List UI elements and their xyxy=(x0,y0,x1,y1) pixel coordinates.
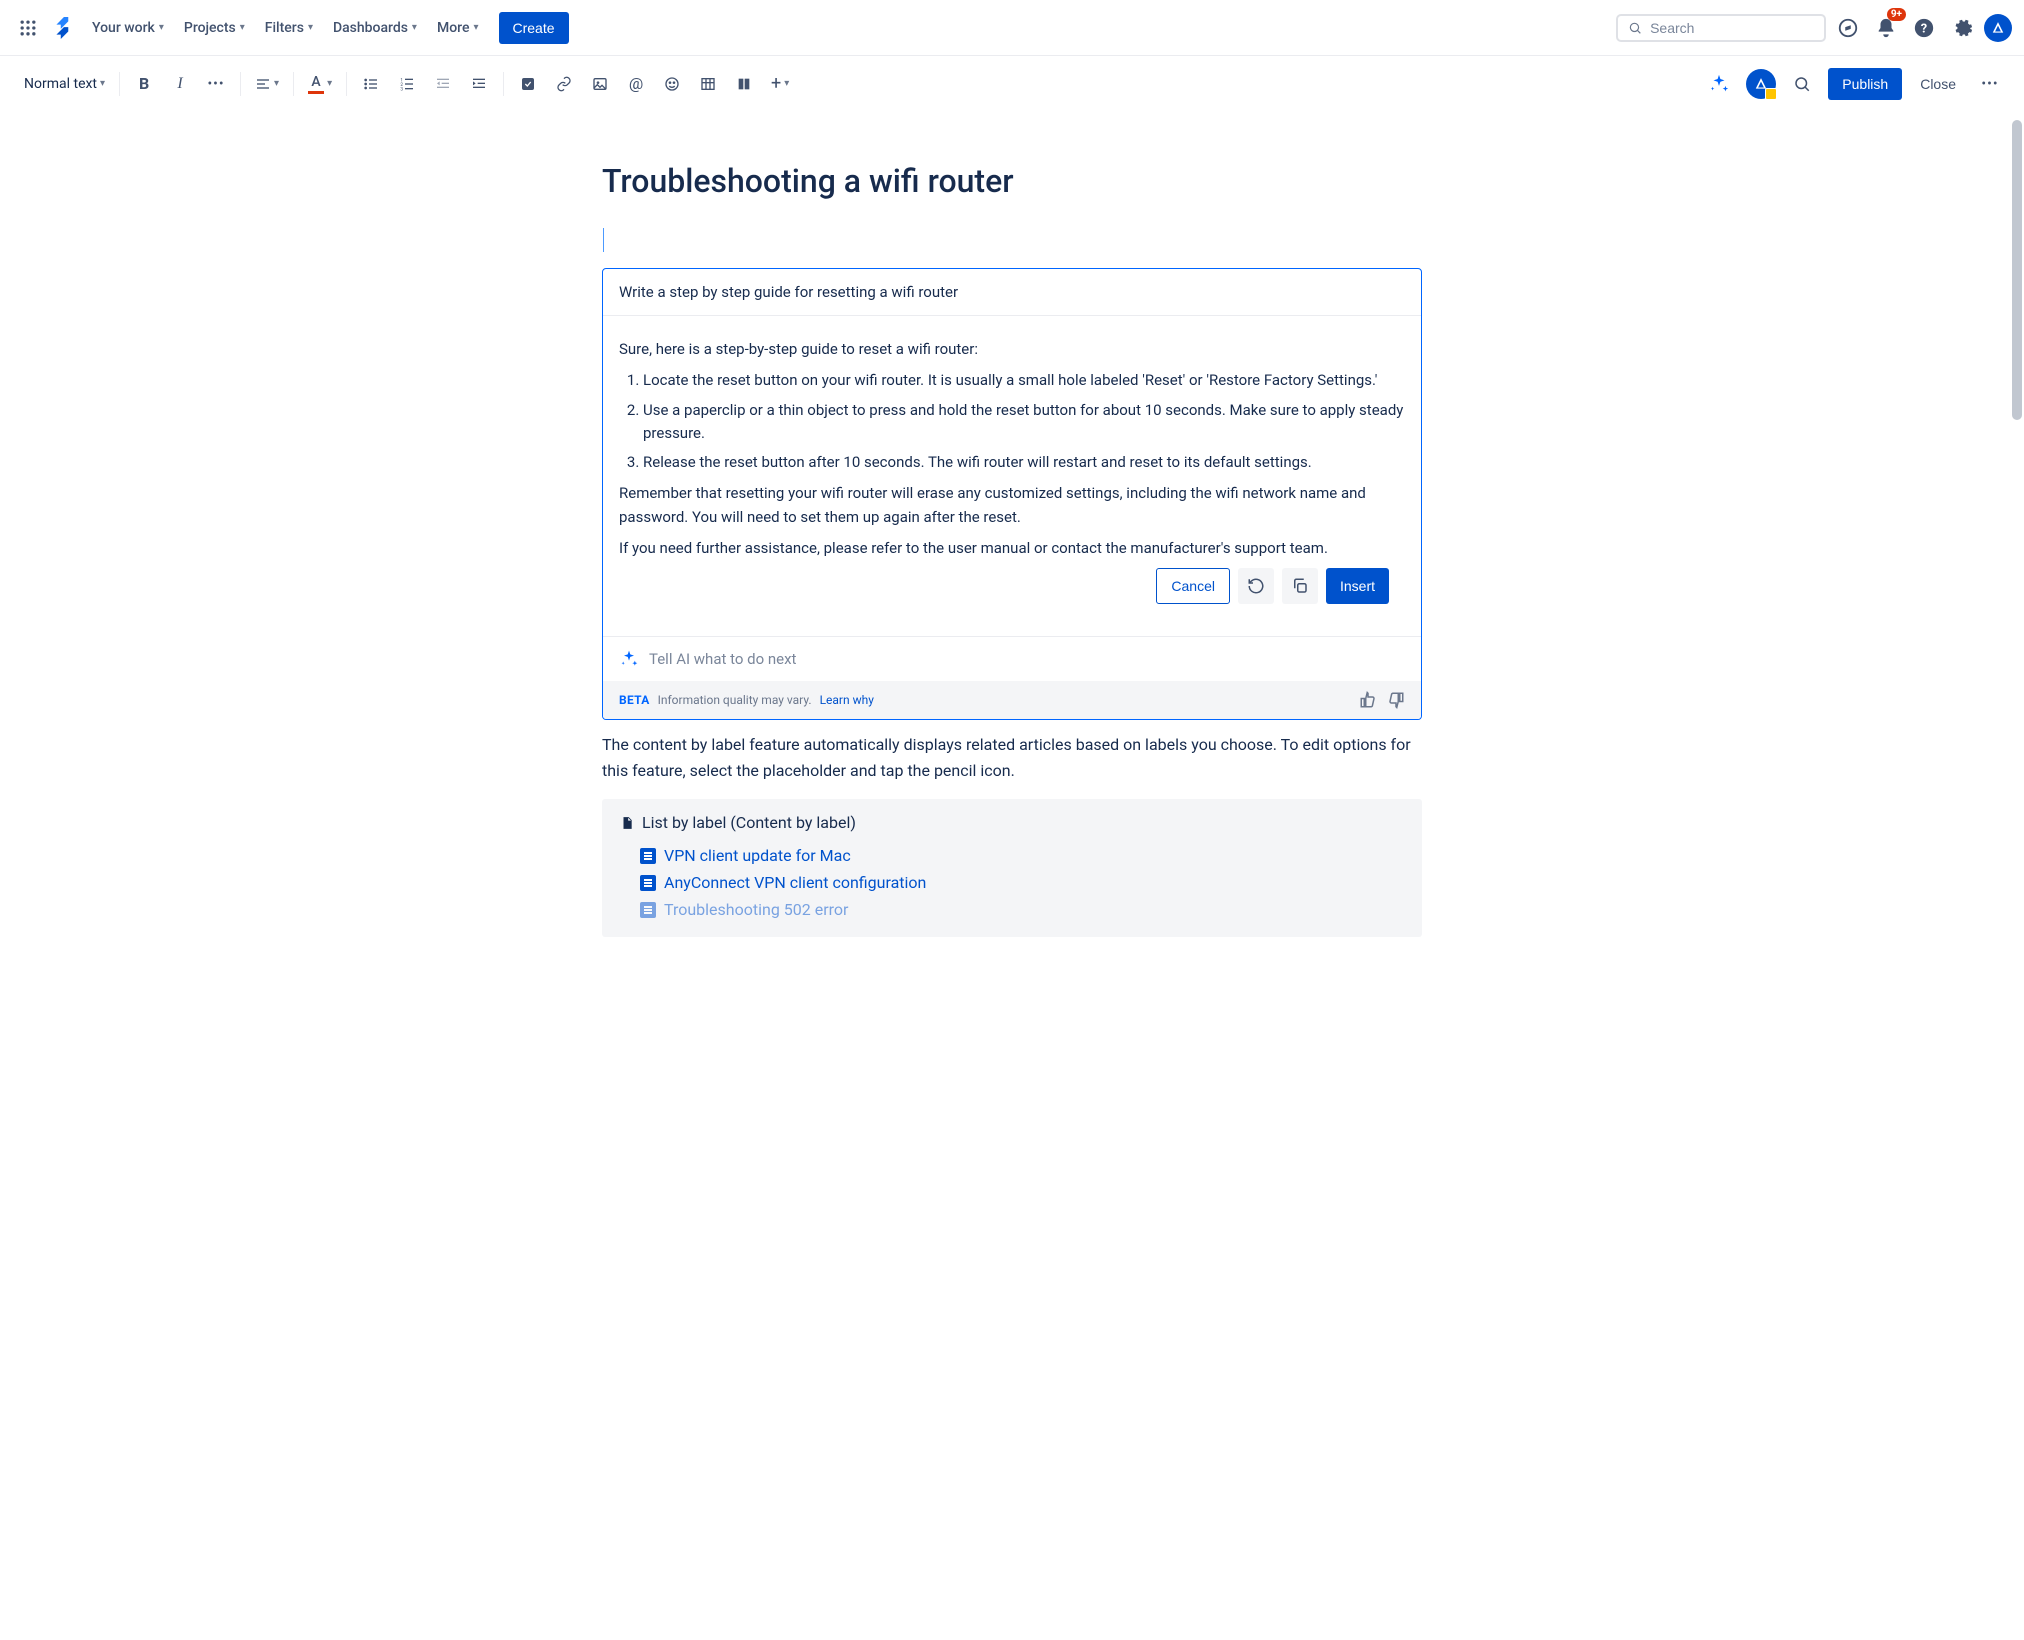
settings-icon[interactable] xyxy=(1946,12,1978,44)
editor-toolbar: Normal text▾ B I ••• ▾ A▾ 123 @ +▾ xyxy=(0,56,2024,112)
ai-response-body: Sure, here is a step-by-step guide to re… xyxy=(603,316,1421,636)
scrollbar[interactable] xyxy=(2012,120,2022,420)
content-paragraph[interactable]: The content by label feature automatical… xyxy=(602,732,1422,783)
bullet-list-button[interactable] xyxy=(355,68,387,100)
thumbs-down-icon[interactable] xyxy=(1387,691,1405,709)
numbered-list-button[interactable]: 123 xyxy=(391,68,423,100)
nav-more[interactable]: More▾ xyxy=(429,14,487,42)
sparkle-icon xyxy=(619,649,639,669)
ai-assist-panel: Write a step by step guide for resetting… xyxy=(602,268,1422,720)
ai-insert-button[interactable]: Insert xyxy=(1326,568,1389,604)
page-title[interactable]: Troubleshooting a wifi router xyxy=(602,162,1422,200)
link-button[interactable] xyxy=(548,68,580,100)
app-switcher-icon[interactable] xyxy=(12,12,44,44)
ai-disclaimer: Information quality may vary. xyxy=(658,693,812,707)
page-icon xyxy=(620,815,634,831)
more-formatting-button[interactable]: ••• xyxy=(200,68,232,100)
notifications-icon[interactable]: 9+ xyxy=(1870,12,1902,44)
align-dropdown[interactable]: ▾ xyxy=(249,68,285,100)
publish-button[interactable]: Publish xyxy=(1828,68,1902,100)
ai-next-prompt[interactable]: Tell AI what to do next xyxy=(603,636,1421,681)
help-icon[interactable]: ? xyxy=(1908,12,1940,44)
list-item: Troubleshooting 502 error xyxy=(640,896,1404,923)
svg-text:3: 3 xyxy=(400,86,403,91)
image-button[interactable] xyxy=(584,68,616,100)
search-input[interactable] xyxy=(1650,20,1814,36)
text-style-dropdown[interactable]: Normal text▾ xyxy=(18,68,111,100)
bold-button[interactable]: B xyxy=(128,68,160,100)
mention-button[interactable]: @ xyxy=(620,68,652,100)
close-button[interactable]: Close xyxy=(1912,70,1964,98)
profile-avatar[interactable] xyxy=(1984,14,2012,42)
list-item: AnyConnect VPN client configuration xyxy=(640,869,1404,896)
ai-sparkle-icon[interactable] xyxy=(1702,68,1736,100)
ai-steps-list: Locate the reset button on your wifi rou… xyxy=(643,369,1405,474)
text-color-dropdown[interactable]: A▾ xyxy=(302,68,338,100)
doc-icon xyxy=(640,848,656,864)
learn-why-link[interactable]: Learn why xyxy=(820,693,874,707)
insert-dropdown[interactable]: +▾ xyxy=(764,68,796,100)
italic-button[interactable]: I xyxy=(164,68,196,100)
nav-projects[interactable]: Projects▾ xyxy=(176,14,253,42)
top-navigation: Your work▾ Projects▾ Filters▾ Dashboards… xyxy=(0,0,2024,56)
doc-icon xyxy=(640,875,656,891)
collaborator-avatar[interactable] xyxy=(1746,69,1776,99)
related-link[interactable]: VPN client update for Mac xyxy=(664,846,851,865)
content-by-label-block[interactable]: List by label (Content by label) VPN cli… xyxy=(602,799,1422,937)
list-item: VPN client update for Mac xyxy=(640,842,1404,869)
ai-cancel-button[interactable]: Cancel xyxy=(1156,568,1230,604)
editor-cursor[interactable] xyxy=(602,224,1422,264)
notification-badge: 9+ xyxy=(1887,8,1906,21)
search-icon xyxy=(1628,20,1642,36)
outdent-button[interactable] xyxy=(427,68,459,100)
indent-button[interactable] xyxy=(463,68,495,100)
ai-copy-button[interactable] xyxy=(1282,568,1318,604)
ai-retry-button[interactable] xyxy=(1238,568,1274,604)
ai-prompt-text: Write a step by step guide for resetting… xyxy=(603,269,1421,316)
nav-dashboards[interactable]: Dashboards▾ xyxy=(325,14,425,42)
doc-icon xyxy=(640,902,656,918)
thumbs-up-icon[interactable] xyxy=(1359,691,1377,709)
more-actions-button[interactable]: ••• xyxy=(1974,68,2006,100)
jira-logo-icon[interactable] xyxy=(48,12,80,44)
ai-footer: BETA Information quality may vary. Learn… xyxy=(603,681,1421,719)
retry-icon xyxy=(1247,577,1265,595)
label-block-header: List by label (Content by label) xyxy=(620,813,1404,832)
beta-badge: BETA xyxy=(619,693,650,707)
find-button[interactable] xyxy=(1786,68,1818,100)
editor-page: Troubleshooting a wifi router Write a st… xyxy=(602,112,1422,977)
nav-filters[interactable]: Filters▾ xyxy=(257,14,321,42)
discover-icon[interactable] xyxy=(1832,12,1864,44)
svg-text:?: ? xyxy=(1921,21,1927,36)
emoji-button[interactable] xyxy=(656,68,688,100)
layouts-button[interactable] xyxy=(728,68,760,100)
copy-icon xyxy=(1291,577,1309,595)
related-link[interactable]: Troubleshooting 502 error xyxy=(664,900,848,919)
action-item-button[interactable] xyxy=(512,68,544,100)
create-button[interactable]: Create xyxy=(499,12,569,44)
global-search[interactable] xyxy=(1616,14,1826,42)
table-button[interactable] xyxy=(692,68,724,100)
nav-your-work[interactable]: Your work▾ xyxy=(84,14,172,42)
related-link[interactable]: AnyConnect VPN client configuration xyxy=(664,873,926,892)
